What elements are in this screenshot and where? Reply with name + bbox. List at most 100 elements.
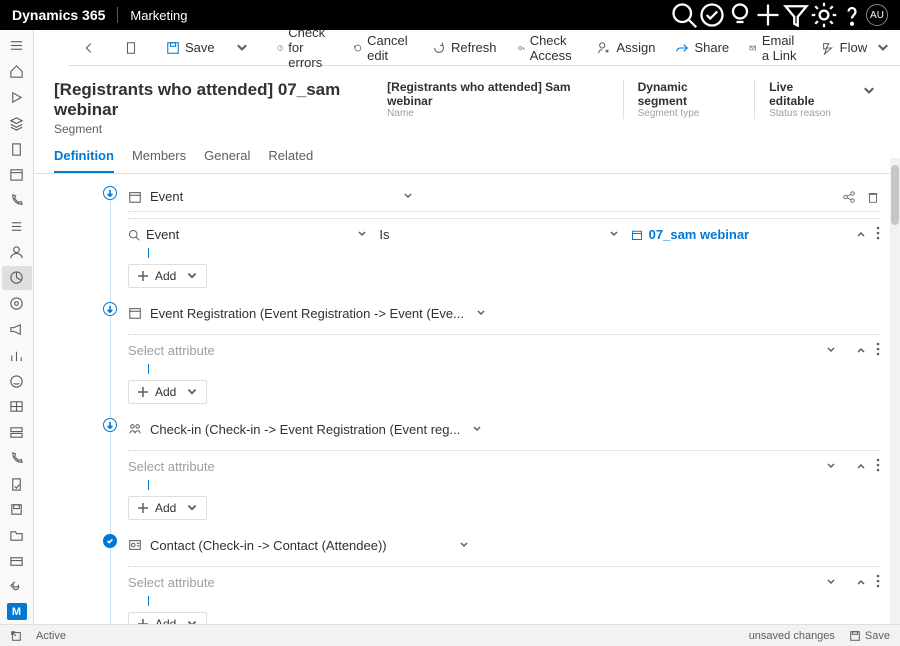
meta-status-reason: Live editable Status reason: [754, 80, 836, 119]
tab-related[interactable]: Related: [268, 148, 313, 173]
nav-card[interactable]: [2, 550, 32, 574]
nav-table[interactable]: [2, 395, 32, 419]
status-state: Active: [36, 630, 66, 642]
attribute-cell[interactable]: Select attribute: [128, 459, 814, 474]
nav-segment[interactable]: [2, 266, 32, 290]
add-clause-button[interactable]: Add: [128, 612, 207, 624]
nav-hamburger[interactable]: [2, 34, 32, 58]
value-cell[interactable]: 07_sam webinar: [631, 227, 848, 242]
more-icon[interactable]: [876, 458, 880, 475]
calendar-icon: [128, 190, 142, 204]
attr-dropdown[interactable]: [822, 455, 840, 478]
save-button[interactable]: Save: [158, 32, 223, 64]
nav-phone2[interactable]: [2, 447, 32, 471]
collapse-icon[interactable]: [856, 459, 866, 474]
product-logo[interactable]: Dynamics 365: [12, 7, 105, 23]
nav-play[interactable]: [2, 86, 32, 110]
nav-home[interactable]: [2, 60, 32, 84]
collapse-icon[interactable]: [856, 227, 866, 242]
operator-cell[interactable]: Is: [379, 227, 596, 242]
more-icon[interactable]: [876, 226, 880, 243]
status-unsaved: unsaved changes: [749, 630, 835, 642]
op-dropdown[interactable]: [605, 223, 623, 246]
record-header: [Registrants who attended] 07_sam webina…: [34, 66, 900, 136]
assign-button[interactable]: Assign: [589, 32, 663, 64]
header-expand[interactable]: [858, 80, 880, 102]
nav-chart[interactable]: [2, 343, 32, 367]
flow-button[interactable]: Flow: [813, 32, 898, 64]
nav-save[interactable]: [2, 498, 32, 522]
nav-layers[interactable]: [2, 111, 32, 135]
nav-folder[interactable]: [2, 524, 32, 548]
check-access-button[interactable]: Check Access: [509, 32, 586, 64]
delete-block-icon[interactable]: [866, 190, 880, 204]
attr-dropdown[interactable]: [353, 223, 371, 246]
nav-doc2[interactable]: [2, 472, 32, 496]
save-dropdown[interactable]: [227, 32, 257, 64]
share-block-icon[interactable]: [842, 190, 856, 204]
tab-general[interactable]: General: [204, 148, 250, 173]
scrollbar-thumb[interactable]: [891, 165, 899, 225]
block-step-icon: [103, 302, 117, 316]
entity-dropdown[interactable]: [399, 187, 417, 206]
search-icon[interactable]: [670, 0, 698, 30]
status-save-button[interactable]: Save: [849, 630, 890, 642]
add-clause-button[interactable]: Add: [128, 380, 207, 404]
clipboard-button[interactable]: [116, 32, 146, 64]
nav-list[interactable]: [2, 214, 32, 238]
record-subtitle: Segment: [54, 122, 387, 136]
attribute-cell[interactable]: Select attribute: [128, 575, 814, 590]
attr-dropdown[interactable]: [822, 339, 840, 362]
app-name[interactable]: Marketing: [130, 8, 187, 23]
cancel-edit-button[interactable]: Cancel edit: [345, 32, 420, 64]
nav-megaphone[interactable]: [2, 318, 32, 342]
entity-dropdown[interactable]: [455, 536, 473, 555]
calendar-icon: [128, 306, 142, 320]
filter-icon[interactable]: [782, 0, 810, 30]
share-button[interactable]: Share: [667, 32, 737, 64]
nav-marketing-badge[interactable]: M: [7, 603, 27, 620]
more-icon[interactable]: [876, 342, 880, 359]
record-title: [Registrants who attended] 07_sam webina…: [54, 80, 387, 120]
popout-icon[interactable]: [10, 630, 22, 642]
attribute-cell[interactable]: Select attribute: [128, 343, 814, 358]
nav-target[interactable]: [2, 292, 32, 316]
attr-dropdown[interactable]: [822, 571, 840, 594]
nav-calendar[interactable]: [2, 163, 32, 187]
nav-person[interactable]: [2, 240, 32, 264]
refresh-button[interactable]: Refresh: [424, 32, 505, 64]
checkin-icon: [128, 422, 142, 436]
email-link-button[interactable]: Email a Link: [741, 32, 809, 64]
avatar[interactable]: AU: [866, 4, 888, 26]
tab-members[interactable]: Members: [132, 148, 186, 173]
nav-phone[interactable]: [2, 189, 32, 213]
add-clause-button[interactable]: Add: [128, 264, 207, 288]
check-errors-button[interactable]: Check for errors: [269, 32, 341, 64]
nav-wrench[interactable]: [2, 575, 32, 599]
task-icon[interactable]: [698, 0, 726, 30]
contact-icon: [128, 538, 142, 552]
collapse-icon[interactable]: [856, 575, 866, 590]
plus-icon[interactable]: [754, 0, 782, 30]
collapse-icon[interactable]: [856, 343, 866, 358]
nav-rows[interactable]: [2, 421, 32, 445]
gear-icon[interactable]: [810, 0, 838, 30]
entity-dropdown[interactable]: [468, 420, 486, 439]
more-icon[interactable]: [876, 574, 880, 591]
nav-doc[interactable]: [2, 137, 32, 161]
command-bar: Save Check for errors Cancel edit Refres…: [68, 30, 900, 66]
scrollbar-track[interactable]: [890, 158, 900, 624]
bulb-icon[interactable]: [726, 0, 754, 30]
status-bar: Active unsaved changes Save: [0, 624, 900, 646]
nav-smile[interactable]: [2, 369, 32, 393]
block-step-icon: [103, 186, 117, 200]
add-clause-button[interactable]: Add: [128, 496, 207, 520]
back-button[interactable]: [74, 32, 104, 64]
entity-name: Check-in (Check-in -> Event Registration…: [150, 422, 460, 437]
attribute-cell[interactable]: Event: [128, 227, 345, 242]
tab-definition[interactable]: Definition: [54, 148, 114, 173]
entity-name: Event: [150, 189, 183, 204]
help-icon[interactable]: [838, 0, 866, 30]
entity-name: Event Registration (Event Registration -…: [150, 306, 464, 321]
entity-dropdown[interactable]: [472, 304, 490, 323]
